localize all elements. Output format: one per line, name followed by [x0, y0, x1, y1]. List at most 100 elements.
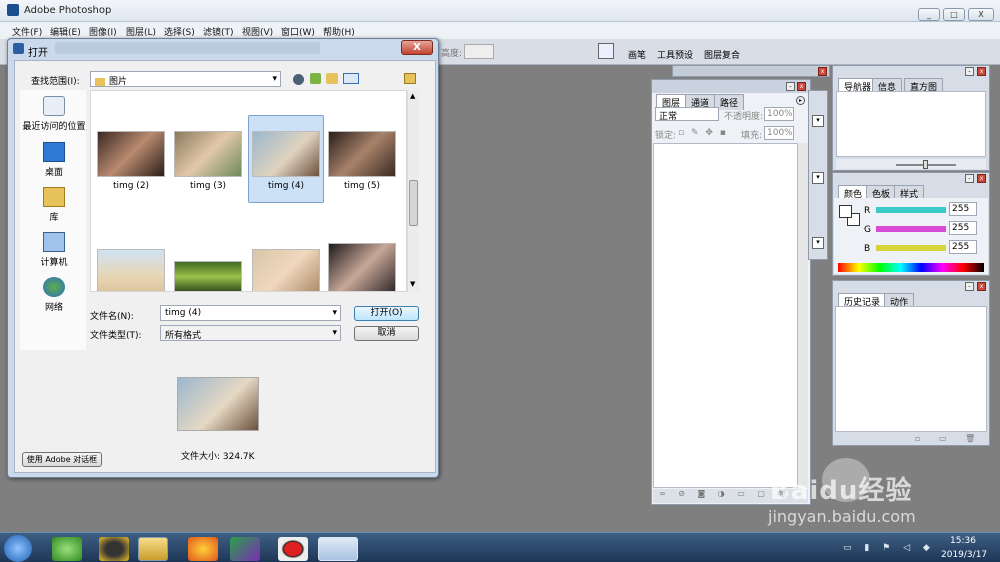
place-recent[interactable]: 最近访问的位置: [20, 96, 88, 132]
history-close-icon[interactable]: x: [977, 282, 986, 291]
start-button-icon[interactable]: [4, 535, 32, 562]
file-item[interactable]: timg (4): [249, 131, 323, 191]
filetype-value: 所有格式: [165, 331, 202, 341]
file-item[interactable]: [325, 243, 399, 291]
lock-icons[interactable]: ▫ ✎ ✥ ▪: [678, 128, 728, 138]
new-folder-icon[interactable]: [326, 73, 338, 84]
panel-menu-icon[interactable]: ▸: [796, 96, 805, 105]
channel-b-slider[interactable]: [876, 245, 946, 251]
menu-file[interactable]: 文件(F): [12, 25, 42, 38]
filename-input[interactable]: timg (4) ▾: [160, 305, 341, 321]
clock-time[interactable]: 15:36: [950, 536, 976, 546]
clock-date[interactable]: 2019/3/17: [941, 550, 987, 560]
color-spectrum-bar[interactable]: [838, 263, 984, 272]
file-list[interactable]: timg (2) timg (3) timg (4) timg (5): [90, 90, 407, 292]
blend-mode-select[interactable]: 正常: [655, 107, 719, 122]
tray-icons[interactable]: ▭ ▮ ⚑ ◁ ◆: [843, 543, 935, 553]
navigator-minimize-icon[interactable]: -: [965, 67, 974, 76]
use-adobe-dialog-button[interactable]: 使用 Adobe 对话框: [22, 452, 102, 467]
file-item[interactable]: timg (2): [94, 131, 168, 191]
menu-help[interactable]: 帮助(H): [323, 25, 355, 38]
cancel-button[interactable]: 取消: [354, 326, 419, 341]
tab-tool-presets[interactable]: 工具预设: [657, 48, 693, 61]
up-folder-icon[interactable]: [310, 73, 321, 84]
fill-input[interactable]: 100%: [764, 126, 794, 140]
menu-window[interactable]: 窗口(W): [281, 25, 315, 38]
file-item[interactable]: timg (3): [171, 131, 245, 191]
back-icon[interactable]: [293, 74, 304, 85]
menu-view[interactable]: 视图(V): [242, 25, 273, 38]
scroll-thumb[interactable]: [409, 180, 418, 226]
opacity-label: 不透明度:: [724, 112, 764, 122]
minimize-button[interactable]: _: [918, 8, 940, 21]
app-title-bar: Adobe Photoshop _ □ X: [0, 0, 1000, 22]
place-computer[interactable]: 计算机: [20, 232, 88, 268]
layers-scrollbar[interactable]: [798, 143, 808, 488]
tab-brushes[interactable]: 画笔: [628, 48, 646, 61]
layers-panel-minimize-icon[interactable]: -: [786, 82, 795, 91]
place-libraries-label: 库: [49, 213, 59, 223]
zoom-slider-handle[interactable]: [923, 160, 928, 169]
firefox-icon[interactable]: [188, 537, 218, 561]
navigator-close-icon[interactable]: x: [977, 67, 986, 76]
place-network[interactable]: 网络: [20, 277, 88, 313]
look-in-select[interactable]: 图片 ▾: [90, 71, 281, 87]
opacity-input[interactable]: 100%: [764, 107, 794, 121]
file-item[interactable]: [249, 249, 323, 291]
history-minimize-icon[interactable]: -: [965, 282, 974, 291]
height-field[interactable]: [464, 44, 494, 59]
app-360-icon[interactable]: [52, 537, 82, 561]
file-list-scrollbar[interactable]: ▲ ▼: [407, 90, 419, 292]
filetype-select[interactable]: 所有格式 ▾: [160, 325, 341, 341]
place-desktop[interactable]: 桌面: [20, 142, 88, 178]
place-libraries[interactable]: 库: [20, 187, 88, 223]
maximize-button[interactable]: □: [943, 8, 965, 21]
channel-g-slider[interactable]: [876, 226, 946, 232]
menu-edit[interactable]: 编辑(E): [50, 25, 81, 38]
channel-r-label: R: [864, 206, 871, 216]
channel-b-input[interactable]: 255: [949, 240, 977, 254]
file-item[interactable]: [171, 261, 245, 291]
menu-image[interactable]: 图像(I): [89, 25, 117, 38]
photoshop-taskbar-icon[interactable]: [318, 537, 358, 561]
scroll-up-arrow-icon[interactable]: ▲: [410, 92, 415, 100]
view-menu-icon[interactable]: [343, 73, 359, 84]
menu-select[interactable]: 选择(S): [164, 25, 195, 38]
qq-icon[interactable]: [99, 537, 129, 561]
file-item[interactable]: timg (5): [325, 131, 399, 191]
dialog-title: 打开: [28, 48, 48, 59]
layers-panel-close-icon[interactable]: x: [797, 82, 806, 91]
color-minimize-icon[interactable]: -: [965, 174, 974, 183]
menu-layer[interactable]: 图层(L): [126, 25, 156, 38]
file-thumbnail: [174, 131, 242, 177]
dialog-icon: [13, 43, 24, 54]
palette-well-icon[interactable]: [598, 43, 614, 59]
history-list[interactable]: [835, 306, 987, 432]
file-item[interactable]: [94, 249, 168, 291]
channel-r-slider[interactable]: [876, 207, 946, 213]
open-button[interactable]: 打开(O): [354, 306, 419, 321]
file-explorer-icon[interactable]: [138, 537, 168, 561]
desktop-folder-icon[interactable]: [404, 73, 416, 84]
media-player-icon[interactable]: [230, 537, 260, 561]
taskbar: ▭ ▮ ⚑ ◁ ◆ 15:36 2019/3/17: [0, 532, 1000, 562]
color-close-icon[interactable]: x: [977, 174, 986, 183]
tab-layer-comps[interactable]: 图层复合: [704, 48, 740, 61]
chevron-down-icon[interactable]: ▾: [812, 172, 824, 184]
channel-g-input[interactable]: 255: [949, 221, 977, 235]
dialog-close-button[interactable]: X: [401, 40, 433, 55]
chevron-down-icon[interactable]: ▾: [812, 237, 824, 249]
filetype-label: 文件类型(T):: [90, 331, 142, 341]
history-footer-icons[interactable]: ▫ ▭ 🗑: [915, 434, 983, 443]
places-bar: 最近访问的位置 桌面 库 计算机 网络: [20, 90, 86, 350]
scroll-down-arrow-icon[interactable]: ▼: [410, 280, 415, 288]
chevron-down-icon[interactable]: ▾: [812, 115, 824, 127]
menu-filter[interactable]: 滤镜(T): [203, 25, 234, 38]
dialog-blurred-title-area: [55, 42, 320, 54]
recorder-icon[interactable]: [278, 537, 308, 561]
channel-r-input[interactable]: 255: [949, 202, 977, 216]
strip-close-icon[interactable]: x: [818, 67, 827, 76]
close-button[interactable]: X: [968, 8, 994, 21]
layers-list[interactable]: [653, 143, 798, 488]
foreground-color-swatch[interactable]: [839, 205, 852, 218]
